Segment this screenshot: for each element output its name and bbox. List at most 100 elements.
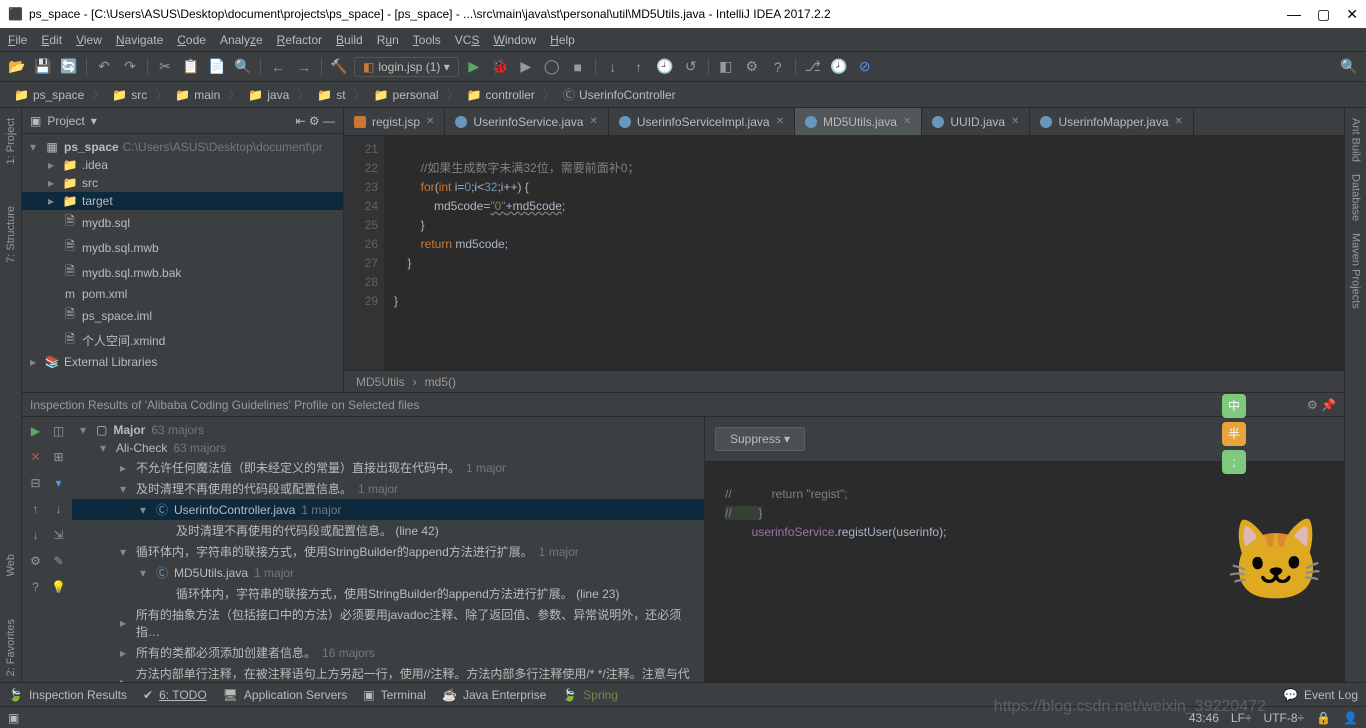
build-icon[interactable]: 🔨: [328, 56, 350, 78]
bulb-icon[interactable]: 💡: [49, 577, 68, 597]
menu-window[interactable]: Window: [493, 33, 536, 47]
gear-icon[interactable]: ⚙: [309, 114, 320, 128]
menu-refactor[interactable]: Refactor: [277, 33, 322, 47]
status-lock-icon[interactable]: 🔒: [1316, 711, 1331, 725]
hide-icon[interactable]: —: [323, 114, 335, 128]
event-log[interactable]: 💬 Event Log: [1283, 688, 1358, 702]
redo-icon[interactable]: ↷: [119, 56, 141, 78]
menu-view[interactable]: View: [76, 33, 102, 47]
menu-analyze[interactable]: Analyze: [220, 33, 263, 47]
menu-run[interactable]: Run: [377, 33, 399, 47]
inspection-item[interactable]: 循环体内，字符串的联接方式，使用StringBuilder的append方法进行…: [72, 583, 704, 604]
bc-main[interactable]: 📁 main: [169, 86, 226, 104]
debug-icon[interactable]: 🐞: [489, 56, 511, 78]
code-area[interactable]: //如果生成数字未满32位，需要前面补0； for(int i=0;i<32;i…: [384, 136, 1344, 370]
git-icon[interactable]: ⎇: [802, 56, 824, 78]
bc-project[interactable]: 📁 ps_space: [8, 86, 90, 104]
bc-java[interactable]: 📁 java: [242, 86, 295, 104]
forward-icon[interactable]: →: [293, 56, 315, 78]
help-icon[interactable]: ?: [767, 56, 789, 78]
tool-project[interactable]: 1: Project: [5, 112, 17, 170]
inspection-item[interactable]: ▾及时清理不再使用的代码段或配置信息。 1 major: [72, 478, 704, 499]
tab-todo[interactable]: ✔ 6: TODO: [143, 688, 207, 702]
menu-code[interactable]: Code: [177, 33, 206, 47]
tab-inspection[interactable]: 🍃 Inspection Results: [8, 688, 127, 702]
collapse-icon[interactable]: ⊟: [26, 473, 45, 493]
rerun-icon[interactable]: ▶: [26, 421, 45, 441]
tool-favorites[interactable]: 2: Favorites: [5, 613, 17, 682]
tree-item[interactable]: 🗎mydb.sql.mwb: [22, 235, 343, 260]
editor-body[interactable]: 212223242526272829 //如果生成数字未满32位，需要前面补0；…: [344, 136, 1344, 370]
menu-navigate[interactable]: Navigate: [116, 33, 163, 47]
run-config-selector[interactable]: ◧ login.jsp (1) ▾: [354, 57, 459, 77]
menu-edit[interactable]: Edit: [41, 33, 62, 47]
inspection-item[interactable]: 及时清理不再使用的代码段或配置信息。 (line 42): [72, 520, 704, 541]
dropdown-icon[interactable]: ▾: [91, 114, 97, 128]
find-icon[interactable]: 🔍: [232, 56, 254, 78]
cut-icon[interactable]: ✂: [154, 56, 176, 78]
settings-icon[interactable]: ⚙: [741, 56, 763, 78]
inspection-item[interactable]: ▸所有的类都必须添加创建者信息。 16 majors: [72, 642, 704, 663]
group-icon[interactable]: ◫: [49, 421, 68, 441]
search-everywhere-icon[interactable]: 🔍: [1338, 56, 1360, 78]
tree-item[interactable]: ▸📁target: [22, 192, 343, 210]
inspection-item[interactable]: ▾Ali-Check 63 majors: [72, 439, 704, 457]
close-icon[interactable]: ✕: [776, 116, 784, 127]
editor-tab[interactable]: MD5Utils.java✕: [795, 108, 922, 135]
close-button[interactable]: ✕: [1346, 6, 1358, 23]
tool-web[interactable]: Web: [5, 548, 17, 582]
prev-icon[interactable]: ↑: [26, 499, 45, 519]
filter-icon[interactable]: ▾: [49, 473, 68, 493]
gear-icon[interactable]: ⚙: [1307, 398, 1318, 412]
inspection-item[interactable]: ▸不允许任何魔法值（即未经定义的常量）直接出现在代码中。 1 major: [72, 457, 704, 478]
open-icon[interactable]: 📂: [6, 56, 28, 78]
structure-icon[interactable]: ◧: [715, 56, 737, 78]
expand-icon[interactable]: ⊞: [49, 447, 68, 467]
export-icon[interactable]: ↓: [49, 499, 68, 519]
inspection-item[interactable]: ▾Ⓒ UserinfoController.java 1 major: [72, 499, 704, 520]
editor-tab[interactable]: UUID.java✕: [922, 108, 1030, 135]
inspection-item[interactable]: ▾循环体内，字符串的联接方式，使用StringBuilder的append方法进…: [72, 541, 704, 562]
editor-tab[interactable]: UserinfoServiceImpl.java✕: [609, 108, 795, 135]
vcs-update-icon[interactable]: ↓: [602, 56, 624, 78]
next-icon[interactable]: ↓: [26, 525, 45, 545]
tree-root[interactable]: ▾ ▦ ps_space C:\Users\ASUS\Desktop\docum…: [22, 138, 343, 156]
stop-icon[interactable]: ■: [567, 56, 589, 78]
tab-appservers[interactable]: 🖥 Application Servers: [223, 688, 348, 702]
tool-database[interactable]: Database: [1350, 168, 1362, 227]
edit-icon[interactable]: ✎: [49, 551, 68, 571]
inspection-item[interactable]: ▾▢ Major 63 majors: [72, 421, 704, 439]
close-icon[interactable]: ✕: [426, 116, 434, 127]
tree-item[interactable]: 🗎ps_space.iml: [22, 303, 343, 328]
editor-tab[interactable]: UserinfoMapper.java✕: [1030, 108, 1193, 135]
bc-personal[interactable]: 📁 personal: [368, 86, 445, 104]
vcs-commit-icon[interactable]: ↑: [628, 56, 650, 78]
menu-file[interactable]: File: [8, 33, 27, 47]
block-icon[interactable]: ⊘: [854, 56, 876, 78]
help-icon[interactable]: ?: [26, 577, 45, 597]
vcs-revert-icon[interactable]: ↺: [680, 56, 702, 78]
project-tree[interactable]: ▾ ▦ ps_space C:\Users\ASUS\Desktop\docum…: [22, 134, 343, 392]
editor-tab[interactable]: UserinfoService.java✕: [445, 108, 608, 135]
autoscroll-icon[interactable]: ⇲: [49, 525, 68, 545]
close-icon[interactable]: ✕: [1175, 116, 1183, 127]
status-lf[interactable]: LF÷: [1231, 711, 1252, 725]
inspection-item[interactable]: ▾Ⓒ MD5Utils.java 1 major: [72, 562, 704, 583]
inspection-item[interactable]: ▸所有的抽象方法（包括接口中的方法）必须要用javadoc注释、除了返回值、参数…: [72, 604, 704, 642]
tab-spring[interactable]: 🍃 Spring: [562, 688, 618, 702]
vcs-history-icon[interactable]: 🕘: [654, 56, 676, 78]
close-icon[interactable]: ✕: [903, 116, 911, 127]
close-icon[interactable]: ✕: [26, 447, 45, 467]
run-icon[interactable]: ▶: [463, 56, 485, 78]
tree-item[interactable]: 🗎mydb.sql.mwb.bak: [22, 260, 343, 285]
tree-item[interactable]: ▸📁src: [22, 174, 343, 192]
pin-icon[interactable]: 📌: [1321, 398, 1336, 412]
tool-maven[interactable]: Maven Projects: [1350, 227, 1362, 315]
menu-build[interactable]: Build: [336, 33, 363, 47]
close-icon[interactable]: ✕: [589, 116, 597, 127]
back-icon[interactable]: ←: [267, 56, 289, 78]
bc-src[interactable]: 📁 src: [106, 86, 153, 104]
maximize-button[interactable]: ▢: [1317, 6, 1330, 23]
inspection-tree[interactable]: ▾▢ Major 63 majors▾Ali-Check 63 majors▸不…: [72, 417, 704, 682]
tab-javaee[interactable]: ☕ Java Enterprise: [442, 688, 546, 702]
